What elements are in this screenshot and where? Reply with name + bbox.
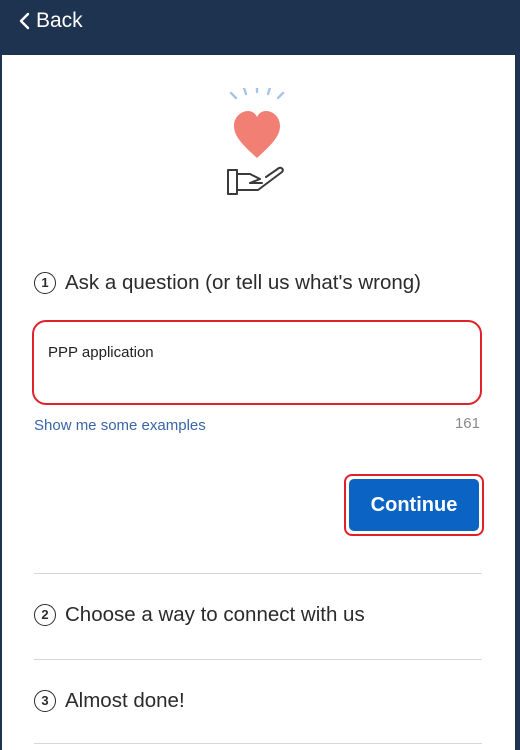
step-3-label: Almost done!: [65, 689, 185, 712]
divider: [34, 743, 482, 744]
step-2-label: Choose a way to connect with us: [65, 603, 365, 626]
step-1-label: Ask a question (or tell us what's wrong): [65, 271, 421, 294]
continue-button-highlight: Continue: [344, 474, 484, 536]
window-frame-right: [515, 0, 520, 750]
question-input[interactable]: [48, 344, 448, 361]
divider: [34, 659, 482, 660]
hand-shape: [227, 166, 284, 195]
step-1-number: 1: [34, 272, 56, 294]
divider: [34, 573, 482, 574]
step-3-number: 3: [34, 690, 56, 712]
chevron-left-icon: [19, 12, 30, 30]
step-1-row: 1 Ask a question (or tell us what's wron…: [34, 271, 421, 295]
back-label: Back: [36, 9, 83, 32]
step-2-number: 2: [34, 604, 56, 626]
question-field-wrapper: [32, 320, 482, 405]
header-bar: Back: [0, 0, 520, 55]
back-button[interactable]: Back: [18, 8, 83, 34]
heart-in-hand-icon: [227, 88, 285, 195]
character-count: 161: [454, 415, 480, 432]
sparkle-rays: [229, 88, 285, 100]
show-examples-link[interactable]: Show me some examples: [34, 417, 206, 434]
step-3-row[interactable]: 3 Almost done!: [34, 689, 185, 713]
step-2-row[interactable]: 2 Choose a way to connect with us: [34, 603, 365, 627]
window-frame-left: [0, 55, 2, 750]
heart-shape: [234, 111, 280, 158]
continue-button[interactable]: Continue: [349, 479, 479, 531]
